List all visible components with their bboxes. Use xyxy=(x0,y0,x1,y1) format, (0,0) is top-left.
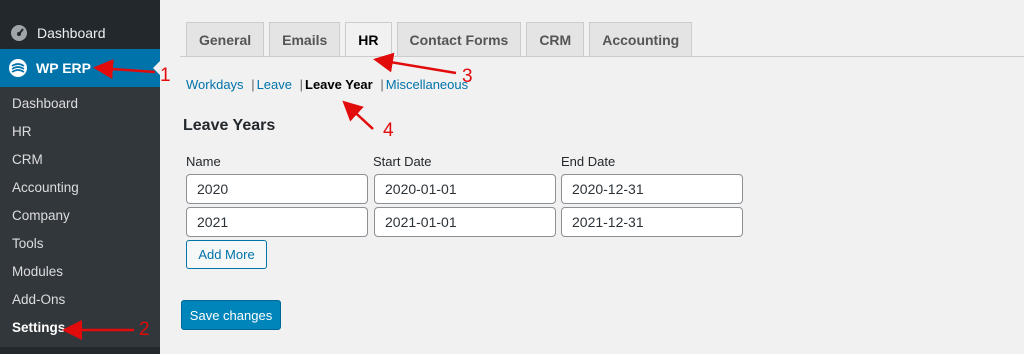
arrow-1 xyxy=(93,59,156,80)
arrow-4 xyxy=(342,100,374,130)
annotation-number-4: 4 xyxy=(383,120,394,141)
annotation-arrows xyxy=(62,52,457,340)
annotation-number-3: 3 xyxy=(462,66,473,87)
arrow-3 xyxy=(373,52,457,75)
annotation-number-1: 1 xyxy=(160,65,171,86)
annotation-number-2: 2 xyxy=(139,319,150,340)
